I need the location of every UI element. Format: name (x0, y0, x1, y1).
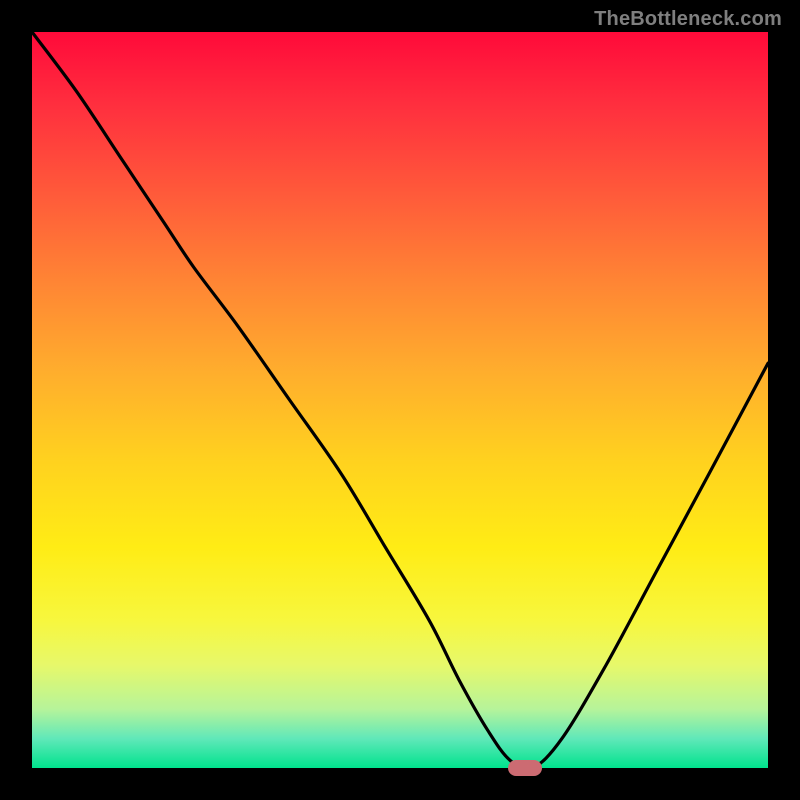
chart-frame: TheBottleneck.com (0, 0, 800, 800)
watermark-text: TheBottleneck.com (594, 8, 782, 31)
optimal-point-marker (508, 760, 542, 776)
bottleneck-curve (32, 32, 768, 768)
